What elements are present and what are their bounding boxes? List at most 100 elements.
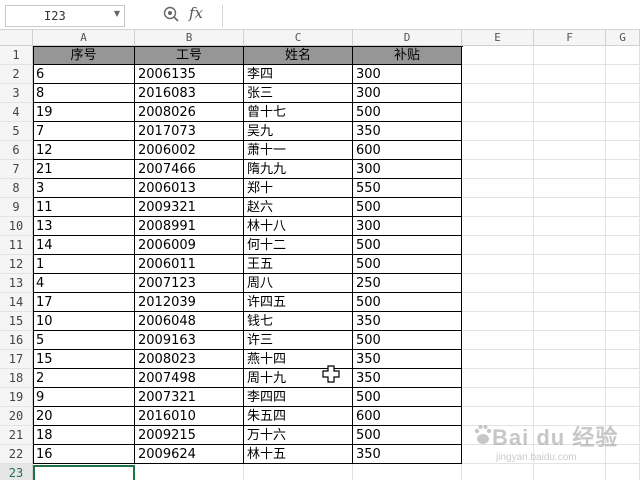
cell-g6[interactable] bbox=[606, 141, 640, 160]
cell-b23[interactable] bbox=[135, 464, 244, 480]
cell-a14[interactable]: 17 bbox=[33, 293, 135, 312]
cell-c20[interactable]: 朱五四 bbox=[244, 407, 353, 426]
cell-g11[interactable] bbox=[606, 236, 640, 255]
cell-d12[interactable]: 500 bbox=[353, 255, 462, 274]
cell-a2[interactable]: 6 bbox=[33, 65, 135, 84]
row-header-15[interactable]: 15 bbox=[0, 312, 33, 331]
row-header-22[interactable]: 22 bbox=[0, 445, 33, 464]
cell-b17[interactable]: 2008023 bbox=[135, 350, 244, 369]
cell-c6[interactable]: 萧十一 bbox=[244, 141, 353, 160]
row-header-20[interactable]: 20 bbox=[0, 407, 33, 426]
cell-g7[interactable] bbox=[606, 160, 640, 179]
row-header-12[interactable]: 12 bbox=[0, 255, 33, 274]
cell-c9[interactable]: 赵六 bbox=[244, 198, 353, 217]
cell-a22[interactable]: 16 bbox=[33, 445, 135, 464]
cell-g13[interactable] bbox=[606, 274, 640, 293]
row-header-7[interactable]: 7 bbox=[0, 160, 33, 179]
cell-g16[interactable] bbox=[606, 331, 640, 350]
cell-f13[interactable] bbox=[534, 274, 606, 293]
row-header-10[interactable]: 10 bbox=[0, 217, 33, 236]
cell-d16[interactable]: 500 bbox=[353, 331, 462, 350]
cell-f5[interactable] bbox=[534, 122, 606, 141]
column-header-d[interactable]: D bbox=[353, 30, 462, 46]
cell-d3[interactable]: 300 bbox=[353, 84, 462, 103]
column-header-g[interactable]: G bbox=[606, 30, 640, 46]
column-header-e[interactable]: E bbox=[462, 30, 534, 46]
cell-c12[interactable]: 王五 bbox=[244, 255, 353, 274]
cell-c8[interactable]: 郑十 bbox=[244, 179, 353, 198]
cell-g12[interactable] bbox=[606, 255, 640, 274]
cell-d17[interactable]: 350 bbox=[353, 350, 462, 369]
cell-e13[interactable] bbox=[462, 274, 534, 293]
cell-a18[interactable]: 2 bbox=[33, 369, 135, 388]
cell-a13[interactable]: 4 bbox=[33, 274, 135, 293]
row-header-2[interactable]: 2 bbox=[0, 65, 33, 84]
cell-e14[interactable] bbox=[462, 293, 534, 312]
fx-icon[interactable]: fx bbox=[189, 4, 203, 22]
cell-f11[interactable] bbox=[534, 236, 606, 255]
cell-d11[interactable]: 500 bbox=[353, 236, 462, 255]
row-header-3[interactable]: 3 bbox=[0, 84, 33, 103]
cell-e12[interactable] bbox=[462, 255, 534, 274]
row-header-21[interactable]: 21 bbox=[0, 426, 33, 445]
cell-e9[interactable] bbox=[462, 198, 534, 217]
row-header-18[interactable]: 18 bbox=[0, 369, 33, 388]
cell-d15[interactable]: 350 bbox=[353, 312, 462, 331]
cell-f15[interactable] bbox=[534, 312, 606, 331]
header-cell[interactable]: 工号 bbox=[135, 46, 244, 65]
cell-c16[interactable]: 许三 bbox=[244, 331, 353, 350]
cell-e6[interactable] bbox=[462, 141, 534, 160]
select-all-corner[interactable] bbox=[0, 30, 33, 46]
cell-d23[interactable] bbox=[353, 464, 462, 480]
cell-d14[interactable]: 500 bbox=[353, 293, 462, 312]
cell-d10[interactable]: 300 bbox=[353, 217, 462, 236]
cell-e17[interactable] bbox=[462, 350, 534, 369]
cell-g3[interactable] bbox=[606, 84, 640, 103]
header-cell[interactable]: 姓名 bbox=[244, 46, 353, 65]
cell-b3[interactable]: 2016083 bbox=[135, 84, 244, 103]
cell-c23[interactable] bbox=[244, 464, 353, 480]
cell-a6[interactable]: 12 bbox=[33, 141, 135, 160]
cell-a7[interactable]: 21 bbox=[33, 160, 135, 179]
column-header-b[interactable]: B bbox=[135, 30, 244, 46]
row-header-5[interactable]: 5 bbox=[0, 122, 33, 141]
cell-a12[interactable]: 1 bbox=[33, 255, 135, 274]
row-header-6[interactable]: 6 bbox=[0, 141, 33, 160]
cell-a3[interactable]: 8 bbox=[33, 84, 135, 103]
cell-b6[interactable]: 2006002 bbox=[135, 141, 244, 160]
cell-a20[interactable]: 20 bbox=[33, 407, 135, 426]
cell-d22[interactable]: 350 bbox=[353, 445, 462, 464]
column-header-a[interactable]: A bbox=[33, 30, 135, 46]
row-header-19[interactable]: 19 bbox=[0, 388, 33, 407]
cell-g9[interactable] bbox=[606, 198, 640, 217]
cell-g8[interactable] bbox=[606, 179, 640, 198]
cell-c3[interactable]: 张三 bbox=[244, 84, 353, 103]
cell-c10[interactable]: 林十八 bbox=[244, 217, 353, 236]
cell-e10[interactable] bbox=[462, 217, 534, 236]
cell-f10[interactable] bbox=[534, 217, 606, 236]
cell-c13[interactable]: 周八 bbox=[244, 274, 353, 293]
cell-f17[interactable] bbox=[534, 350, 606, 369]
header-cell[interactable]: 序号 bbox=[33, 46, 135, 65]
cell-b19[interactable]: 2007321 bbox=[135, 388, 244, 407]
cell-d13[interactable]: 250 bbox=[353, 274, 462, 293]
cell-f4[interactable] bbox=[534, 103, 606, 122]
cell-a19[interactable]: 9 bbox=[33, 388, 135, 407]
cell-g5[interactable] bbox=[606, 122, 640, 141]
cell-c22[interactable]: 林十五 bbox=[244, 445, 353, 464]
cell-c21[interactable]: 万十六 bbox=[244, 426, 353, 445]
cell-e4[interactable] bbox=[462, 103, 534, 122]
cell-c19[interactable]: 李四四 bbox=[244, 388, 353, 407]
cell-b4[interactable]: 2008026 bbox=[135, 103, 244, 122]
cell-e2[interactable] bbox=[462, 65, 534, 84]
header-cell[interactable]: 补贴 bbox=[353, 46, 462, 65]
cell-c11[interactable]: 何十二 bbox=[244, 236, 353, 255]
cell-d6[interactable]: 600 bbox=[353, 141, 462, 160]
row-header-13[interactable]: 13 bbox=[0, 274, 33, 293]
cell-b5[interactable]: 2017073 bbox=[135, 122, 244, 141]
cell-f6[interactable] bbox=[534, 141, 606, 160]
cell-f18[interactable] bbox=[534, 369, 606, 388]
cell-d18[interactable]: 350 bbox=[353, 369, 462, 388]
cell-a16[interactable]: 5 bbox=[33, 331, 135, 350]
cell-g15[interactable] bbox=[606, 312, 640, 331]
